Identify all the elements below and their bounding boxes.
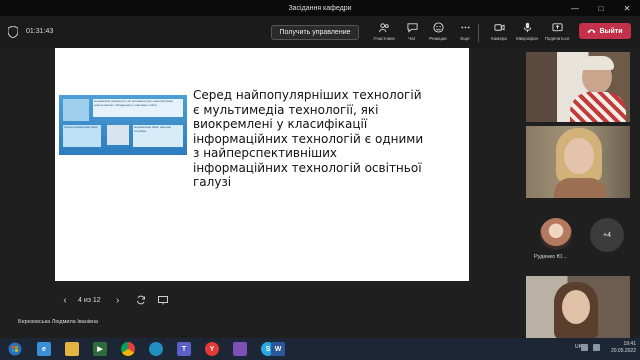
taskbar-explorer[interactable]: e [32,340,56,358]
camera-icon [493,24,505,31]
computer-image [107,125,129,145]
participant-body [554,178,606,198]
meeting-timer: 01:31:43 [26,28,54,35]
taskbar-folder[interactable] [60,340,84,358]
reactions-button[interactable]: Реакции [423,20,453,46]
slide-navigation: ‹ 4 из 12 › [58,294,169,306]
clock-time: 19:41 [623,341,636,347]
phone-hangup-icon [587,29,597,34]
toolbar-divider [478,24,479,42]
windows-icon [8,342,22,356]
video-tile[interactable] [526,276,630,340]
banner-text-docs: Нормативні документи, які регламентують … [93,99,183,117]
present-button[interactable] [157,294,169,306]
microphone-icon [523,22,531,33]
window-controls: — □ ✕ [562,0,640,16]
banner-text-needed: Нормативна база, яка нам потрібна [133,125,183,147]
sync-icon [136,295,145,305]
taskbar-clock[interactable]: 19:41 20.05.2022 [611,341,636,355]
share-label: Поделиться [544,36,570,41]
video-tile[interactable] [526,126,630,198]
windows-taskbar: e ▶ T Y S W UK 19:41 20.05.2022 [0,338,640,360]
shield-icon [8,26,18,38]
participant-face [562,290,590,324]
chat-icon [406,23,418,33]
presentation-slide: Нормативні документи, які регламентують … [55,48,469,281]
taskbar-edge[interactable] [144,340,168,358]
shared-content-stage: Нормативні документи, які регламентують … [0,48,520,338]
taskbar-chrome[interactable] [116,340,140,358]
participant-avatar-tile[interactable]: Руденко Ю... [526,212,580,268]
ie-icon: e [37,342,51,356]
more-participants-button[interactable]: +4 [590,218,624,252]
video-tile[interactable] [526,52,630,122]
slide-page-indicator: 4 из 12 [78,296,101,304]
banner-text-current: Чинна нормативна база [63,125,101,147]
take-control-button[interactable]: Получить управление [271,25,359,40]
start-button[interactable] [2,340,28,358]
mic-button[interactable]: Микрофон [512,20,542,46]
minimize-icon[interactable]: — [562,0,588,16]
close-icon[interactable]: ✕ [614,0,640,16]
system-tray [581,344,600,351]
taskbar-teams[interactable]: T [172,340,196,358]
smile-icon [432,22,444,33]
viber-icon [233,342,247,356]
slide-image: Нормативні документи, які регламентують … [59,95,187,155]
more-icon [460,26,470,29]
avatar [540,218,572,250]
people-icon [378,23,389,33]
screen-icon [157,296,168,305]
taskbar-viber[interactable] [228,340,252,358]
camera-button[interactable]: Камера [484,20,514,46]
share-icon [551,23,563,32]
clock-date: 20.05.2022 [610,348,636,354]
more-label: Еще [460,36,470,41]
window-title: Засідання кафедри [288,4,352,12]
participant-body [570,92,626,122]
taskbar-media[interactable]: ▶ [88,340,112,358]
network-icon[interactable] [581,344,588,351]
leave-label: Выйти [599,27,623,35]
maximize-icon[interactable]: □ [588,0,614,16]
sync-slides-button[interactable] [135,294,147,306]
teams-icon: T [177,342,191,356]
logo-block [63,99,89,121]
edge-icon [149,342,163,356]
slide-body-text: Серед найпопулярніших технологій є мульт… [193,88,424,189]
next-slide-button[interactable]: › [111,294,125,306]
chrome-icon [121,342,135,356]
meeting-toolbar: 01:31:43 Получить управление Участники Ч… [0,16,640,48]
folder-icon [65,342,79,356]
chat-label: Чат [408,36,416,41]
mic-label: Микрофон [516,36,538,41]
title-bar: Засідання кафедри — □ ✕ [0,0,640,16]
participants-label: Участники [373,36,395,41]
participant-face [564,138,594,174]
volume-icon[interactable] [593,344,600,351]
participants-button[interactable]: Участники [369,20,399,46]
taskbar-word[interactable]: W [266,340,290,358]
leave-button[interactable]: Выйти [579,23,631,39]
camera-label: Камера [491,36,507,41]
yandex-icon: Y [205,342,219,356]
word-icon: W [271,342,285,356]
prev-slide-button[interactable]: ‹ [58,294,72,306]
participant-name: Руденко Ю... [534,254,567,260]
taskbar-yandex[interactable]: Y [200,340,224,358]
share-button[interactable]: Поделиться [542,20,572,46]
media-icon: ▶ [93,342,107,356]
more-button[interactable]: Еще [450,20,480,46]
participant-hair [580,56,614,70]
reactions-label: Реакции [429,36,447,41]
presenter-name: Березовська Людмила Іванівна [18,319,98,325]
